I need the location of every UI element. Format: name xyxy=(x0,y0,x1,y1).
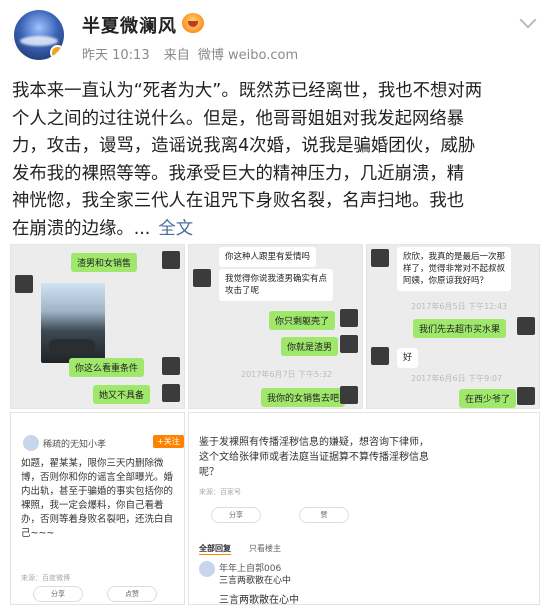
chat-screenshot-1[interactable]: 渣男和女销售 你这么看重条件 她又不具备 xyxy=(10,244,185,409)
chat-avatar xyxy=(517,317,535,335)
weibo-screenshot-1[interactable]: 稀疏的无知小孝 +关注 如题，翟某某，限你三天内删除微博，否则你和你的谣言全部曝… xyxy=(10,412,185,605)
post-line: 神恍惚，我全家三代人在诅咒下身败名裂，名声扫地。我也 xyxy=(12,191,465,211)
image-grid: 渣男和女销售 你这么看重条件 她又不具备 你这种人跟里有爱情吗 我觉得你说我渣男… xyxy=(10,244,540,605)
chat-bubble: 好 xyxy=(397,348,419,368)
post-line: 力，攻击，谩骂，造谣说我离4次婚，说我是骗婚团伙，威胁 xyxy=(12,136,476,156)
chat-bubble: 你这么看重条件 xyxy=(69,358,145,377)
chat-avatar xyxy=(193,269,211,287)
post-line-last: 在崩溃的边缘。... 全文 xyxy=(12,216,540,244)
chat-avatar xyxy=(340,309,358,327)
chat-bubble: 欣欣，我真的是最后一次那 样了，觉得非常对不起叔叔 阿姨，你原谅我好吗？ xyxy=(397,247,512,291)
post-line: 个人之间的过往说什么。但是，他哥哥姐姐对我发起网络暴 xyxy=(12,108,465,129)
avatar-image xyxy=(20,36,58,46)
tab-author-only: 只看楼主 xyxy=(249,544,281,553)
chat-bubble: 在西少爷了 xyxy=(459,389,517,408)
post-body: 我本来一直认为“死者为大”。既然苏已经离世，我也不想对两 个人之间的过往说什么。… xyxy=(12,78,540,243)
follow-button: +关注 xyxy=(153,435,184,448)
chat-screenshot-3[interactable]: 欣欣，我真的是最后一次那 样了，觉得非常对不起叔叔 阿姨，你原谅我好吗？ 201… xyxy=(366,244,540,409)
like-button: 赞 xyxy=(299,507,349,523)
mini-avatar xyxy=(23,435,39,451)
chat-bubble: 你只剩躯壳了 xyxy=(269,311,336,330)
chat-avatar xyxy=(162,384,180,402)
chat-timestamp: 2017年6月7日 下午5:32 xyxy=(241,370,333,379)
post-line: 我本来一直认为“死者为大”。既然苏已经离世，我也不想对两 xyxy=(12,81,483,101)
weibo-text: 鉴于发裸照有传播淫秽信息的嫌疑，想咨询下律师，这个文给张律师或者法庭当证据算不算… xyxy=(199,437,429,478)
verified-badge-icon xyxy=(50,45,64,60)
username[interactable]: 半夏微澜风 xyxy=(82,12,177,38)
chat-bubble: 她又不具备 xyxy=(93,385,151,404)
chat-avatar xyxy=(162,251,180,269)
post-meta: 昨天 10:13 来自 微博 weibo.com xyxy=(82,44,308,63)
chat-timestamp: 2017年6月6日 下午9:07 xyxy=(411,374,503,383)
post-time: 昨天 10:13 xyxy=(82,48,150,63)
weibo-screenshot-2[interactable]: 鉴于发裸照有传播淫秽信息的嫌疑，想咨询下律师，这个文给张律师或者法庭当证据算不算… xyxy=(188,412,540,605)
post-line: 发布我的裸照等等。我承受巨大的精神压力，几近崩溃，精 xyxy=(12,163,465,184)
weibo-meta: 来源：百度微博 xyxy=(21,574,70,582)
chat-avatar xyxy=(371,347,389,365)
chat-bubble: 你就是渣男 xyxy=(281,337,339,356)
chat-avatar xyxy=(340,335,358,353)
car-photo-image xyxy=(41,283,105,363)
fulltext-link[interactable]: 全文 xyxy=(158,219,193,239)
share-button: 分享 xyxy=(211,507,261,523)
chat-bubble: 渣男和女销售 xyxy=(71,253,138,272)
mini-username: 稀疏的无知小孝 xyxy=(43,440,107,450)
tab-all-replies: 全部回复 xyxy=(199,544,231,555)
source-prefix: 来自 xyxy=(163,48,190,63)
chat-avatar xyxy=(371,249,389,267)
weibo-text: 如题，翟某某，限你三天内删除微博，否则你和你的谣言全部曝光。婚内出轨，甚至于骗婚… xyxy=(21,458,174,539)
chat-bubble: 我们先去超市买水果 xyxy=(413,319,507,338)
like-button: 点赞 xyxy=(107,586,157,602)
vip-emoji-icon xyxy=(182,13,204,33)
chat-avatar xyxy=(162,357,180,375)
post-line: 在崩溃的边缘。... xyxy=(12,218,151,239)
chat-bubble: 你这种人跟里有爱情吗 xyxy=(219,247,317,267)
reply-text-bottom: 三言两歌散在心中 xyxy=(219,595,299,605)
reply-avatar xyxy=(199,561,215,577)
chat-timestamp: 2017年6月5日 下午12:43 xyxy=(411,302,508,311)
chat-bubble: 我你的女销售去吧 xyxy=(261,388,346,407)
weibo-meta: 来源：百家号 xyxy=(199,488,241,496)
chat-bubble: 我觉得你说我渣男确实有点 攻击了呢 xyxy=(219,269,334,301)
post-source: 微博 weibo.com xyxy=(197,48,299,63)
share-button: 分享 xyxy=(33,586,83,602)
chevron-down-icon[interactable] xyxy=(519,11,537,29)
post-header: 半夏微澜风 昨天 10:13 来自 微博 weibo.com xyxy=(0,0,550,70)
chat-screenshot-2[interactable]: 你这种人跟里有爱情吗 我觉得你说我渣男确实有点 攻击了呢 你只剩躯壳了 你就是渣… xyxy=(188,244,363,409)
chat-avatar xyxy=(15,275,33,293)
chat-avatar xyxy=(517,387,535,405)
chat-avatar xyxy=(340,386,358,404)
reply-text: 三言两歌散在心中 xyxy=(219,576,292,586)
user-avatar[interactable] xyxy=(14,10,64,60)
